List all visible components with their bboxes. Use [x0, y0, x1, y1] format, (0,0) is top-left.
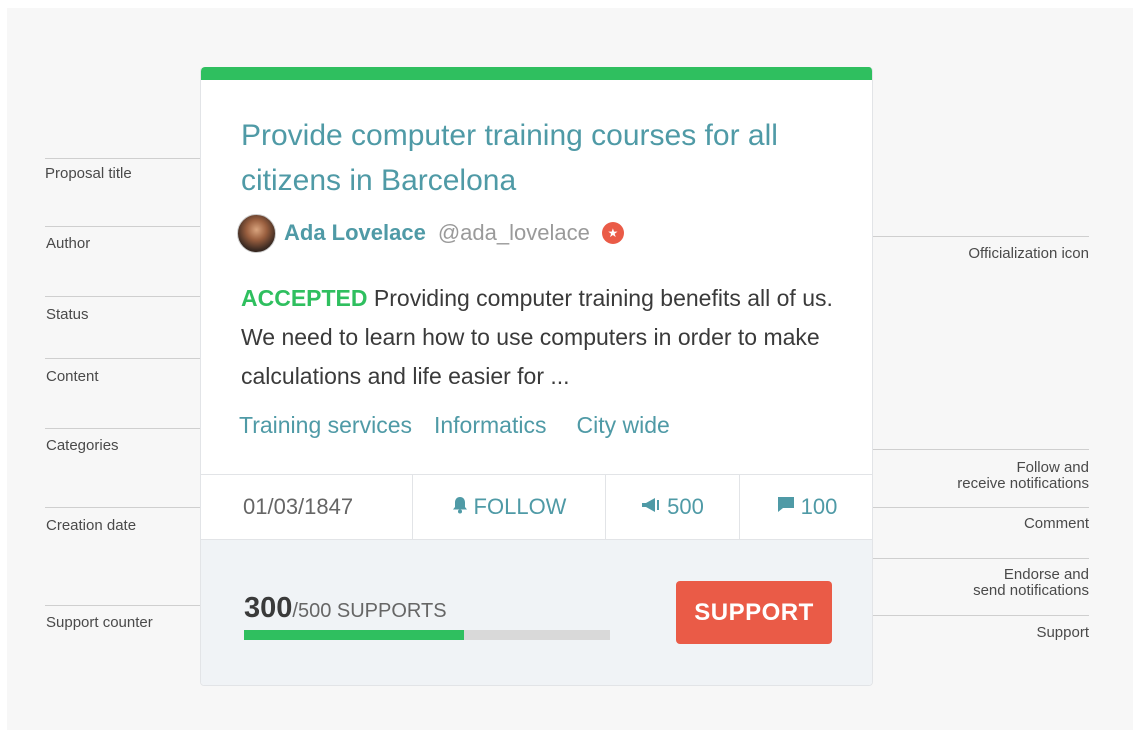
annotation-endorse-line1: Endorse and — [1003, 566, 1089, 583]
card-meta-bar: 01/03/1847 FOLLOW 500 100 — [201, 474, 872, 540]
annotation-endorse-line2: send notifications — [973, 582, 1089, 599]
annotation-support: Support — [1036, 624, 1089, 641]
follow-label: FOLLOW — [473, 494, 567, 519]
leader-line — [45, 428, 225, 429]
supports-total: /500 SUPPORTS — [292, 600, 447, 622]
annotation-follow-line1: Follow and — [1016, 459, 1089, 476]
endorse-button[interactable]: 500 — [606, 475, 740, 539]
support-progress-fill — [244, 630, 464, 640]
officialization-icon: ★ — [601, 222, 624, 244]
annotation-officialization-icon: Officialization icon — [968, 245, 1089, 262]
megaphone-icon — [641, 497, 661, 518]
bell-icon — [452, 496, 468, 519]
category-list: Training services Informatics City wide — [239, 412, 670, 439]
annotation-author: Author — [46, 235, 91, 252]
status-badge: ACCEPTED — [241, 285, 368, 311]
annotation-creation-date: Creation date — [46, 517, 137, 534]
author-name[interactable]: Ada Lovelace — [284, 220, 426, 246]
leader-line — [45, 158, 225, 159]
comment-button[interactable]: 100 — [740, 475, 872, 539]
leader-line — [45, 296, 225, 297]
category-link[interactable]: City wide — [576, 412, 669, 439]
annotation-categories: Categories — [46, 437, 119, 454]
endorsements-count: 500 — [667, 494, 704, 519]
leader-line — [45, 605, 225, 606]
comment-icon — [777, 496, 795, 518]
follow-button[interactable]: FOLLOW — [413, 475, 606, 539]
category-link[interactable]: Informatics — [434, 412, 546, 439]
author-row: Ada Lovelace @ada_lovelace ★ — [237, 213, 624, 253]
card-footer: 300/500 SUPPORTS SUPPORT — [201, 540, 872, 685]
leader-line — [873, 507, 1089, 508]
annotation-content: Content — [46, 368, 99, 385]
proposal-card: Provide computer training courses for al… — [200, 67, 873, 686]
supports-count: 300 — [244, 592, 293, 624]
leader-line — [45, 507, 225, 508]
support-button[interactable]: SUPPORT — [676, 581, 832, 644]
annotation-support-counter: Support counter — [46, 614, 153, 631]
support-counter: 300/500 SUPPORTS — [244, 592, 447, 625]
annotation-follow-line2: receive notifications — [957, 475, 1089, 492]
annotation-status: Status — [46, 306, 89, 323]
category-link[interactable]: Training services — [239, 412, 412, 439]
leader-line — [45, 226, 225, 227]
card-top-bar — [201, 67, 872, 80]
proposal-content: ACCEPTED Providing computer training ben… — [241, 279, 841, 396]
author-handle[interactable]: @ada_lovelace — [438, 220, 590, 246]
comments-count: 100 — [800, 494, 838, 519]
leader-line — [45, 358, 225, 359]
annotation-comment: Comment — [1023, 515, 1089, 532]
creation-date: 01/03/1847 — [201, 475, 413, 539]
support-progress-bar — [244, 630, 610, 640]
annotation-proposal-title: Proposal title — [45, 165, 132, 182]
proposal-title[interactable]: Provide computer training courses for al… — [241, 113, 801, 203]
avatar[interactable] — [237, 213, 276, 253]
